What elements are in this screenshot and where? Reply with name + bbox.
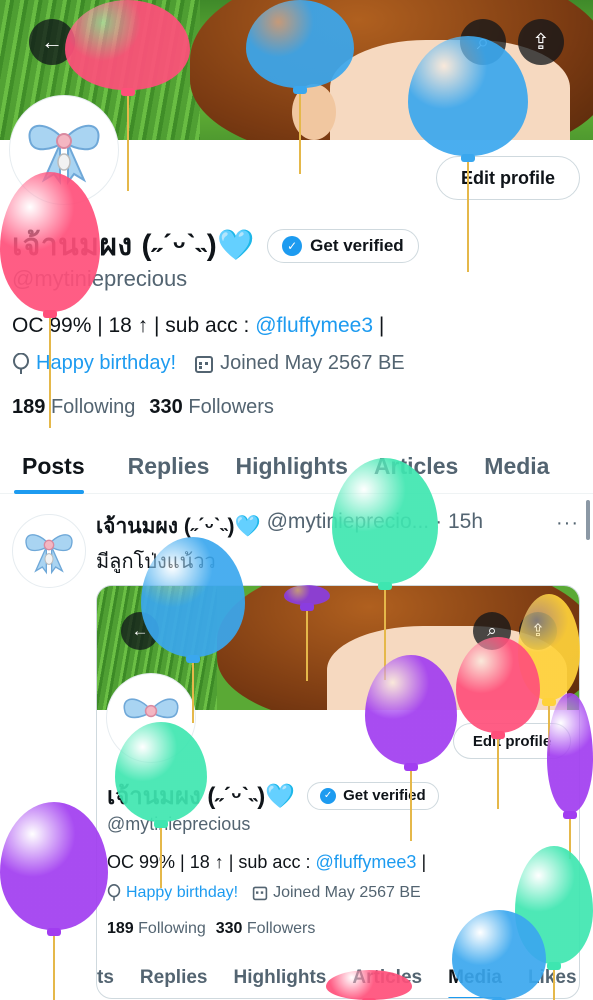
card-bio-link: @fluffymee3 bbox=[315, 852, 417, 872]
bio-suffix: | bbox=[373, 314, 385, 337]
card-verified-badge-icon: ✓ bbox=[320, 787, 337, 804]
balloon-icon bbox=[547, 693, 593, 863]
tab-media[interactable]: Media bbox=[471, 438, 562, 494]
tab-replies[interactable]: Replies bbox=[98, 438, 223, 494]
share-icon: ⇪ bbox=[531, 29, 551, 54]
get-verified-button[interactable]: ✓ Get verified bbox=[267, 228, 419, 263]
post-avatar[interactable] bbox=[12, 514, 86, 588]
balloon-icon bbox=[0, 172, 100, 432]
tab-posts[interactable]: Posts bbox=[0, 438, 98, 494]
balloon-icon bbox=[246, 0, 354, 178]
bio-link[interactable]: @fluffymee3 bbox=[255, 314, 373, 337]
bow-avatar-icon bbox=[25, 534, 73, 575]
balloon-icon bbox=[452, 910, 546, 1000]
card-tab-replies: Replies bbox=[139, 967, 208, 988]
card-following: 189 Following bbox=[107, 920, 206, 938]
card-calendar-icon bbox=[252, 886, 268, 901]
balloon-icon bbox=[326, 970, 412, 1000]
followers-label: Followers bbox=[188, 396, 274, 418]
post-more-icon[interactable]: ··· bbox=[556, 512, 579, 535]
card-followers: 330 Followers bbox=[216, 920, 316, 938]
verified-badge-icon: ✓ bbox=[282, 235, 303, 256]
post-timestamp[interactable]: · 15h bbox=[435, 510, 483, 543]
card-tab-highlights: Highlights bbox=[233, 967, 327, 988]
balloon-icon bbox=[284, 585, 330, 685]
card-bio-suffix: | bbox=[416, 852, 427, 872]
followers-link[interactable]: 330 Followers bbox=[149, 396, 274, 419]
balloon-icon bbox=[141, 537, 245, 727]
balloon-icon bbox=[0, 802, 108, 1000]
balloon-icon bbox=[115, 722, 207, 892]
calendar-icon bbox=[195, 355, 214, 373]
joined-date: Joined May 2567 BE bbox=[220, 352, 405, 374]
card-heart-emoji: 🩵 bbox=[265, 783, 296, 810]
followers-count: 330 bbox=[149, 396, 183, 418]
card-follows: 189 Following 330 Followers bbox=[107, 920, 315, 938]
card-followers-count: 330 bbox=[215, 920, 243, 937]
card-following-count: 189 bbox=[107, 920, 134, 937]
card-following-label: Following bbox=[138, 920, 206, 937]
profile-tabs: Posts Replies Highlights Articles Media bbox=[0, 438, 593, 494]
scrollbar-thumb[interactable] bbox=[586, 500, 590, 540]
balloon-icon bbox=[65, 0, 190, 195]
card-followers-label: Followers bbox=[246, 920, 316, 937]
balloon-icon bbox=[456, 637, 540, 813]
card-joined-text: Joined May 2567 BE bbox=[273, 884, 421, 901]
back-arrow-icon: ← bbox=[41, 29, 63, 54]
balloon-icon bbox=[365, 655, 457, 845]
heart-emoji: 🩵 bbox=[217, 229, 256, 262]
joined-item: Joined May 2567 BE bbox=[194, 352, 405, 375]
balloon-icon bbox=[332, 458, 438, 684]
card-joined: Joined May 2567 BE bbox=[252, 884, 421, 902]
balloon-icon bbox=[408, 36, 528, 276]
get-verified-label: Get verified bbox=[310, 235, 404, 255]
